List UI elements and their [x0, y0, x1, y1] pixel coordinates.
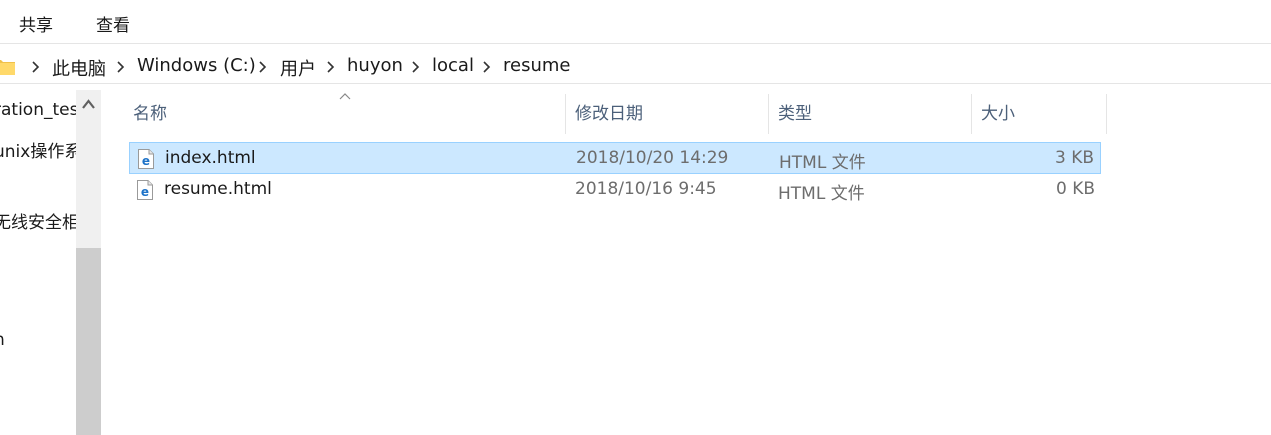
column-header-modified[interactable]: 修改日期: [575, 94, 643, 134]
breadcrumb-this-pc[interactable]: 此电脑: [52, 55, 106, 81]
chevron-right-icon[interactable]: [410, 60, 422, 74]
column-divider[interactable]: [768, 94, 769, 134]
folder-icon: [0, 60, 15, 75]
ribbon: 共享 查看: [0, 0, 1271, 44]
column-header-size[interactable]: 大小: [981, 94, 1015, 134]
navigation-pane: ration_tes unix操作系 无线安全相 n: [0, 90, 103, 435]
svg-text:e: e: [142, 154, 150, 168]
edge-html-file-icon: e: [137, 180, 153, 200]
breadcrumb-windows-c[interactable]: Windows (C:): [137, 55, 256, 76]
breadcrumb-resume[interactable]: resume: [503, 55, 570, 76]
svg-text:e: e: [141, 185, 149, 199]
chevron-right-icon[interactable]: [30, 60, 42, 74]
nav-item[interactable]: n: [0, 330, 5, 350]
file-modified: 2018/10/20 14:29: [576, 148, 729, 168]
file-row-resume-html[interactable]: e resume.html 2018/10/16 9:45 HTML 文件 0 …: [129, 174, 1101, 206]
chevron-right-icon[interactable]: [481, 60, 493, 74]
file-type: HTML 文件: [779, 153, 866, 173]
chevron-right-icon[interactable]: [115, 60, 127, 74]
file-name[interactable]: resume.html: [164, 179, 272, 199]
file-name[interactable]: index.html: [165, 148, 256, 168]
breadcrumb-local[interactable]: local: [432, 55, 474, 76]
column-divider[interactable]: [1106, 94, 1107, 134]
chevron-right-icon[interactable]: [257, 60, 269, 74]
ribbon-tab-view[interactable]: 查看: [96, 11, 130, 36]
column-divider[interactable]: [971, 94, 972, 134]
file-modified: 2018/10/16 9:45: [575, 179, 717, 199]
file-type: HTML 文件: [778, 184, 865, 204]
file-size: 0 KB: [1055, 179, 1095, 199]
ribbon-tab-share[interactable]: 共享: [19, 11, 53, 36]
file-row-index-html[interactable]: e index.html 2018/10/20 14:29 HTML 文件 3 …: [129, 142, 1101, 174]
edge-html-file-icon: e: [138, 149, 154, 169]
column-divider[interactable]: [565, 94, 566, 134]
column-header-type[interactable]: 类型: [778, 94, 812, 134]
breadcrumb-users[interactable]: 用户: [280, 55, 316, 81]
address-bar[interactable]: 此电脑 Windows (C:) 用户 huyon local resume: [0, 50, 1271, 84]
scroll-thumb[interactable]: [76, 248, 101, 435]
breadcrumb-huyon[interactable]: huyon: [347, 55, 403, 76]
nav-scrollbar[interactable]: [76, 90, 101, 435]
nav-item[interactable]: unix操作系: [0, 137, 81, 162]
file-size: 3 KB: [1054, 148, 1094, 168]
column-header-row: 名称 修改日期 类型 大小: [0, 94, 1271, 134]
nav-item[interactable]: 无线安全相: [0, 208, 79, 233]
chevron-right-icon[interactable]: [325, 60, 337, 74]
column-header-name[interactable]: 名称: [133, 94, 167, 134]
